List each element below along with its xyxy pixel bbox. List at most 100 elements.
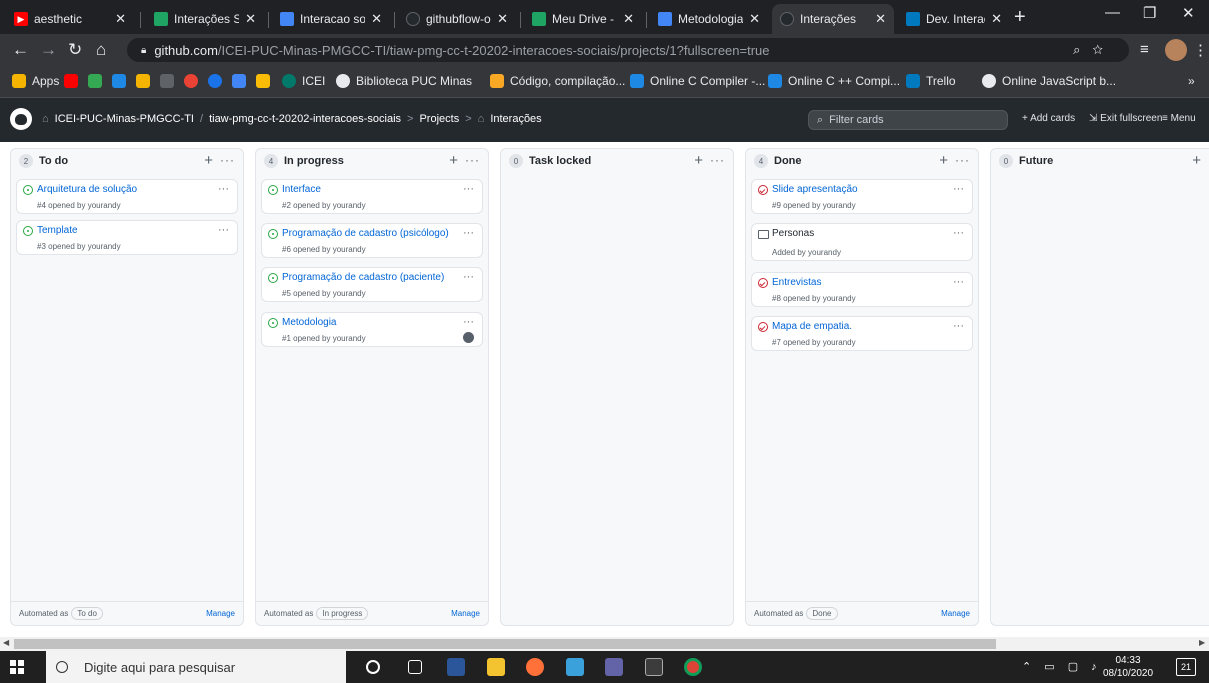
minimize-button[interactable]: —	[1105, 4, 1120, 21]
card[interactable]: Metodologia #1 opened by yourandy ···	[261, 312, 483, 347]
card-menu-icon[interactable]: ···	[463, 227, 474, 239]
bookmark-codigo[interactable]: Código, compilação...	[490, 74, 625, 88]
menu-button[interactable]: ≡ Menu	[1162, 113, 1196, 124]
taskbar-clock[interactable]: 04:33 08/10/2020	[1098, 654, 1158, 680]
notification-center-icon[interactable]: 21	[1176, 658, 1196, 676]
bookmark-calendar[interactable]	[136, 74, 156, 88]
manage-link[interactable]: Manage	[451, 609, 480, 618]
bookmark-image[interactable]	[232, 74, 252, 88]
card[interactable]: Interface #2 opened by yourandy ···	[261, 179, 483, 214]
card[interactable]: Arquitetura de solução #4 opened by your…	[16, 179, 238, 214]
card-menu-icon[interactable]: ···	[953, 227, 964, 239]
bookmark-online-c[interactable]: Online C Compiler -...	[630, 74, 765, 88]
add-card-button[interactable]: +	[939, 152, 948, 169]
card-menu-icon[interactable]: ···	[218, 183, 229, 195]
card[interactable]: Programação de cadastro (psicólogo) #6 o…	[261, 223, 483, 258]
add-card-button[interactable]: +	[449, 152, 458, 169]
bookmark-m[interactable]	[160, 74, 180, 88]
scrollbar-thumb[interactable]	[14, 639, 996, 649]
card-menu-icon[interactable]: ···	[463, 271, 474, 283]
close-icon[interactable]: ✕	[115, 11, 126, 27]
column-menu-icon[interactable]: ···	[710, 153, 725, 167]
close-icon[interactable]: ✕	[749, 11, 760, 27]
browser-tab[interactable]: Metodologia. ✕	[650, 4, 768, 34]
system-tray-icons[interactable]: ⌃ ▭ ▢ ♪	[1022, 660, 1102, 673]
scroll-right-icon[interactable]: ▶	[1199, 638, 1205, 647]
assignee-avatar[interactable]	[463, 332, 474, 343]
card[interactable]: Template #3 opened by yourandy ···	[16, 220, 238, 255]
bookmark-trello[interactable]: Trello	[906, 74, 956, 88]
add-cards-button[interactable]: + Add cards	[1022, 113, 1075, 124]
manage-link[interactable]: Manage	[941, 609, 970, 618]
add-card-button[interactable]: +	[694, 152, 703, 169]
forward-arrow-icon[interactable]: →	[40, 40, 57, 60]
close-icon[interactable]: ✕	[991, 11, 1002, 27]
breadcrumb-org[interactable]: ICEI-PUC-Minas-PMGCC-TI	[55, 113, 194, 125]
browser-tab[interactable]: Dev. Interação ✕	[898, 4, 1010, 34]
card-title[interactable]: Slide apresentação	[772, 184, 858, 195]
browser-tab[interactable]: githubflow-on ✕	[398, 4, 516, 34]
browser-tab-active[interactable]: Interações ✕	[772, 4, 894, 34]
card-title[interactable]: Interface	[282, 184, 321, 195]
card-menu-icon[interactable]: ···	[218, 224, 229, 236]
column-menu-icon[interactable]: ···	[465, 153, 480, 167]
kebab-menu-icon[interactable]: ⋮	[1193, 41, 1208, 59]
card[interactable]: Personas Added by yourandy ···	[751, 223, 973, 261]
card-title[interactable]: Programação de cadastro (paciente)	[282, 272, 444, 283]
browser-tab[interactable]: Meu Drive - G ✕	[524, 4, 642, 34]
exit-fullscreen-button[interactable]: ⇲ Exit fullscreen	[1089, 113, 1162, 124]
close-icon[interactable]: ✕	[875, 11, 886, 27]
app-icon[interactable]	[566, 658, 584, 676]
close-icon[interactable]: ✕	[371, 11, 382, 27]
card-title[interactable]: Mapa de empatia.	[772, 321, 852, 332]
card-menu-icon[interactable]: ···	[953, 276, 964, 288]
home-icon[interactable]: ⌂	[96, 40, 106, 60]
breadcrumb-projects[interactable]: Projects	[419, 113, 459, 125]
close-window-button[interactable]: ✕	[1182, 4, 1195, 22]
teams-icon[interactable]	[605, 658, 623, 676]
task-view-icon[interactable]	[408, 660, 422, 674]
card-menu-icon[interactable]: ···	[953, 183, 964, 195]
bookmark-cup[interactable]	[256, 74, 276, 88]
firefox-icon[interactable]	[526, 658, 544, 676]
bookmark-youtube[interactable]	[64, 74, 84, 88]
browser-tab[interactable]: ▶ aesthetic ✕	[6, 4, 134, 34]
taskbar-search-box[interactable]: Digite aqui para pesquisar	[46, 651, 346, 683]
card-title[interactable]: Entrevistas	[772, 277, 821, 288]
bookmark-icei[interactable]: ICEI	[282, 74, 325, 88]
close-icon[interactable]: ✕	[245, 11, 256, 27]
card-title[interactable]: Arquitetura de solução	[37, 184, 137, 195]
card-title[interactable]: Programação de cadastro (psicólogo)	[282, 228, 449, 239]
bookmark-vscode[interactable]	[112, 74, 132, 88]
card-menu-icon[interactable]: ···	[463, 316, 474, 328]
word-icon[interactable]	[447, 658, 465, 676]
card-menu-icon[interactable]: ···	[463, 183, 474, 195]
restore-button[interactable]: ❐	[1143, 4, 1156, 22]
browser-tab[interactable]: Interacao soci ✕	[272, 4, 390, 34]
close-icon[interactable]: ✕	[497, 11, 508, 27]
bookmark-vue[interactable]	[88, 74, 108, 88]
windows-start-icon[interactable]	[10, 660, 24, 674]
close-icon[interactable]: ✕	[623, 11, 634, 27]
card[interactable]: Entrevistas #8 opened by yourandy ···	[751, 272, 973, 307]
filter-cards-input[interactable]: ⌕ Filter cards	[808, 110, 1008, 130]
bookmark-apps[interactable]: Apps	[12, 74, 59, 88]
new-tab-button[interactable]: +	[1014, 6, 1026, 29]
reading-list-icon[interactable]: ≡	[1140, 41, 1149, 58]
horizontal-scrollbar[interactable]: ◀ ▶	[0, 637, 1209, 651]
column-menu-icon[interactable]: ···	[955, 153, 970, 167]
terminal-icon[interactable]	[645, 658, 663, 676]
bookmark-online-cpp[interactable]: Online C ++ Compi...	[768, 74, 900, 88]
add-card-button[interactable]: +	[1192, 152, 1201, 169]
bookmark-play[interactable]	[208, 74, 228, 88]
profile-avatar[interactable]	[1165, 39, 1187, 61]
bookmarks-overflow-button[interactable]: »	[1188, 74, 1195, 88]
add-card-button[interactable]: +	[204, 152, 213, 169]
breadcrumb-repo[interactable]: tiaw-pmg-cc-t-20202-interacoes-sociais	[209, 113, 401, 125]
cortana-icon[interactable]	[366, 660, 380, 674]
bookmark-biblioteca[interactable]: Biblioteca PUC Minas	[336, 74, 472, 88]
file-explorer-icon[interactable]	[487, 658, 505, 676]
bookmark-online-js[interactable]: Online JavaScript b...	[982, 74, 1116, 88]
card-title[interactable]: Template	[37, 225, 78, 236]
reload-icon[interactable]: ↻	[68, 40, 82, 60]
